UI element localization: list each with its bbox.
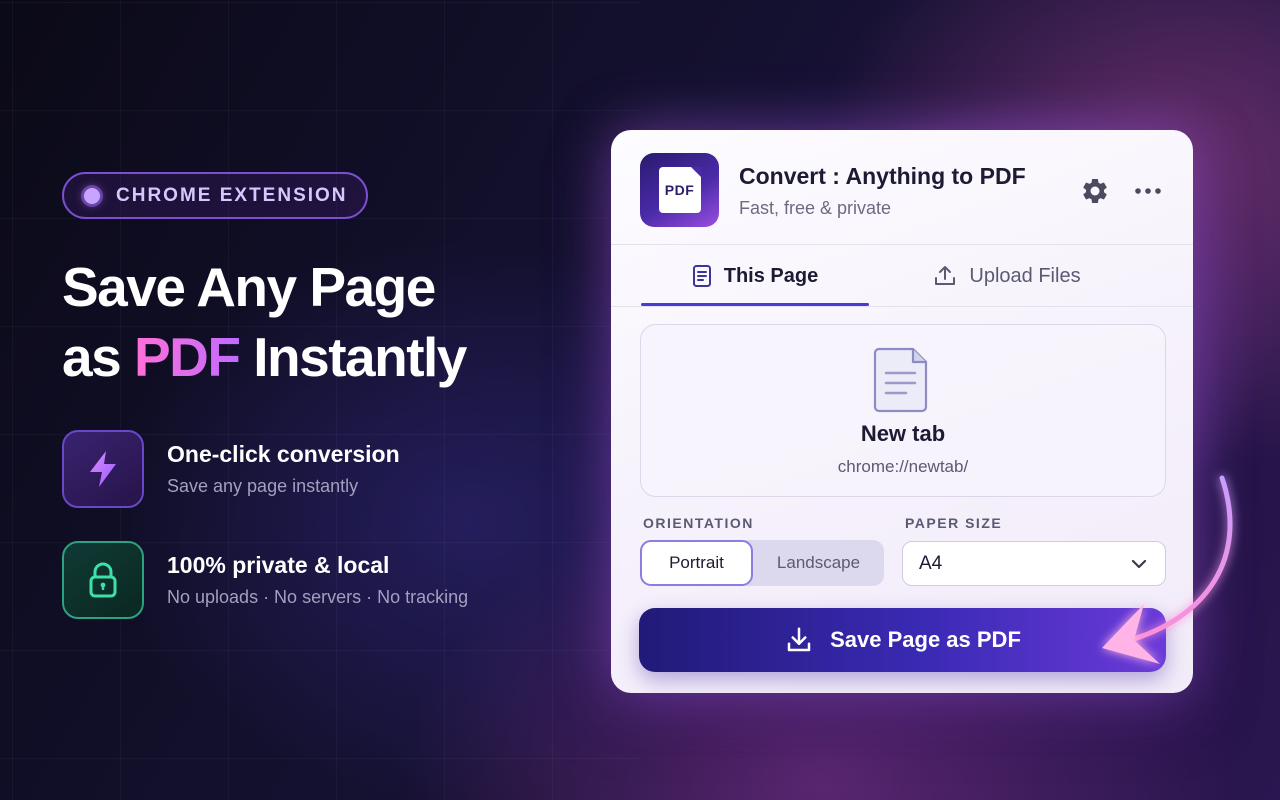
document-icon — [692, 265, 711, 287]
feature-private: 100% private & local No uploads · No ser… — [62, 541, 468, 619]
tab-label: Upload Files — [969, 264, 1081, 287]
tab-upload-files[interactable]: Upload Files — [893, 246, 1121, 306]
feature-one-click: One-click conversion Save any page insta… — [62, 430, 400, 508]
tab-label: This Page — [723, 264, 819, 287]
headline-rest: Instantly — [253, 326, 467, 388]
more-icon — [1135, 188, 1161, 194]
headline-line1: Save Any Page — [62, 256, 436, 318]
headline-accent-pdf: PDF — [133, 326, 241, 388]
save-button-label: Save Page as PDF — [830, 627, 1021, 652]
feature-subtitle: No uploads · No servers · No tracking — [167, 587, 469, 607]
settings-button[interactable] — [1078, 174, 1112, 208]
upload-icon — [935, 266, 956, 285]
feature-text: One-click conversion Save any page insta… — [167, 441, 400, 497]
feature-text: 100% private & local No uploads · No ser… — [167, 552, 468, 608]
orientation-label: ORIENTATION — [643, 515, 754, 531]
page-title: New tab — [860, 421, 946, 446]
lock-icon — [89, 562, 117, 598]
background-grid — [0, 0, 640, 800]
app-logo: PDF — [640, 153, 719, 227]
page-document-icon — [873, 347, 928, 413]
logo-text: PDF — [664, 182, 695, 198]
save-page-as-pdf-button[interactable]: Save Page as PDF — [639, 608, 1166, 672]
orientation-landscape-option[interactable]: Landscape — [753, 540, 884, 586]
feature-title: 100% private & local — [167, 552, 390, 578]
paper-size-select[interactable]: A4 — [902, 541, 1166, 586]
tab-this-page[interactable]: This Page — [641, 246, 869, 306]
badge-label: CHROME EXTENSION — [116, 184, 348, 206]
paper-size-value: A4 — [919, 552, 943, 574]
headline: Save Any Page as PDF Instantly — [62, 252, 467, 392]
app-subtitle: Fast, free & private — [739, 198, 892, 218]
orientation-portrait-option[interactable]: Portrait — [640, 540, 753, 586]
extension-popup: PDF Convert : Anything to PDF Fast, free… — [611, 130, 1193, 693]
app-title: Convert : Anything to PDF — [739, 163, 1026, 189]
gear-icon — [1083, 178, 1107, 203]
feature-subtitle: Save any page instantly — [167, 476, 359, 496]
download-icon — [787, 627, 811, 652]
header-divider — [611, 244, 1193, 245]
tabs-divider — [611, 306, 1193, 307]
chrome-extension-badge: CHROME EXTENSION — [62, 172, 368, 219]
feature-title: One-click conversion — [167, 441, 400, 467]
current-page-card: New tab chrome://newtab/ — [640, 324, 1166, 497]
feature-icon-box — [62, 430, 144, 508]
feature-icon-box — [62, 541, 144, 619]
more-options-button[interactable] — [1131, 174, 1165, 208]
headline-line2: as PDF Instantly — [62, 322, 467, 392]
headline-as: as — [62, 326, 122, 388]
chevron-down-icon — [1131, 559, 1147, 568]
pdf-logo-icon: PDF — [658, 167, 701, 213]
lightning-icon — [90, 451, 116, 487]
paper-size-label: PAPER SIZE — [905, 515, 1003, 531]
page-url: chrome://newtab/ — [837, 457, 969, 476]
badge-dot-icon — [84, 187, 100, 204]
orientation-toggle: Portrait Landscape — [640, 540, 884, 586]
